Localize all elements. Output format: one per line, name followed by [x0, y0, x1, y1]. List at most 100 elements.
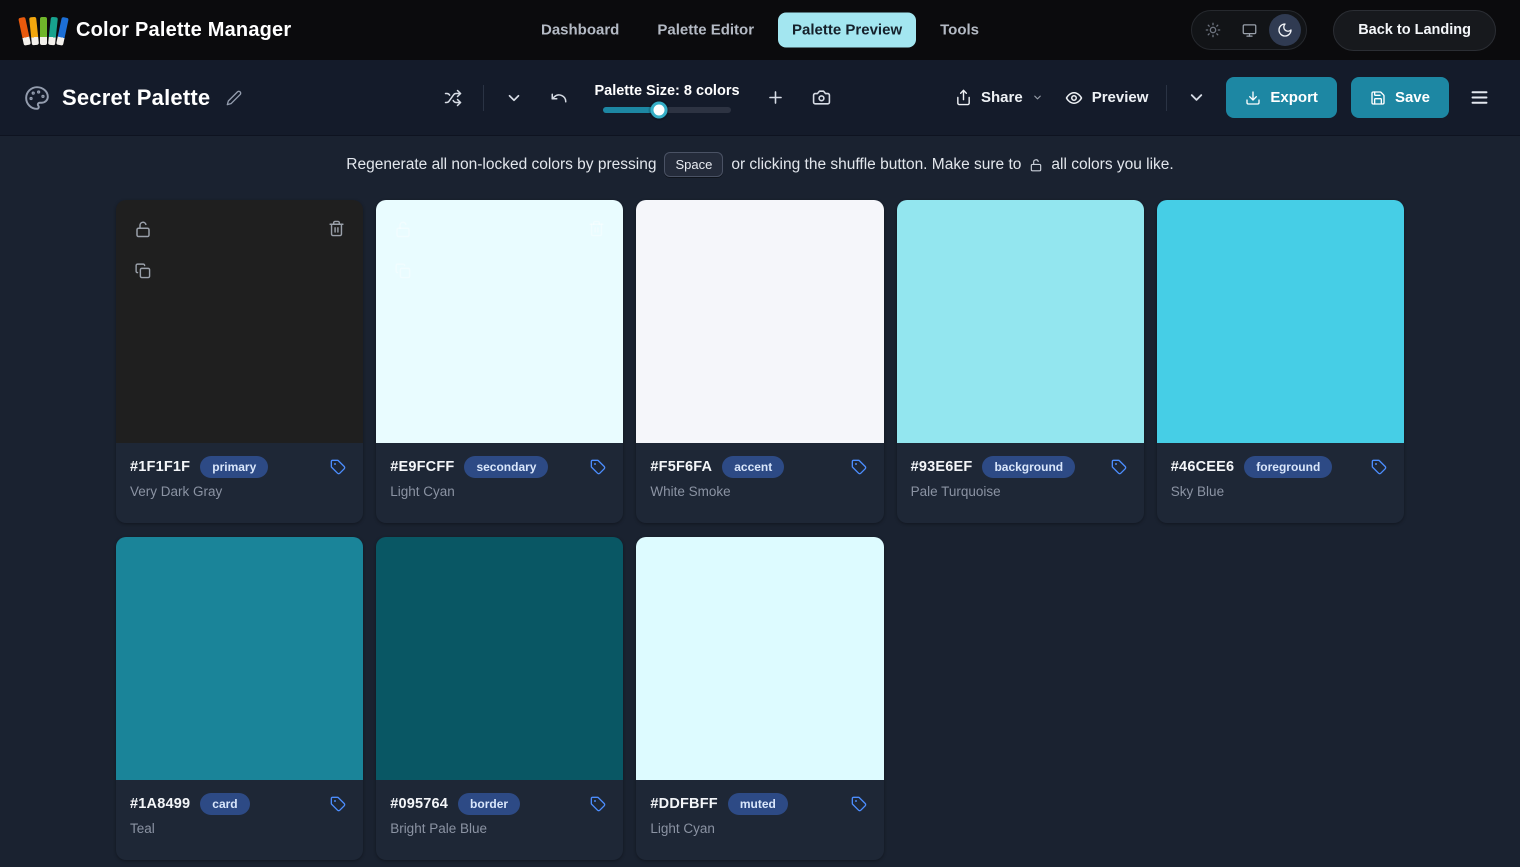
- theme-light-button[interactable]: [1197, 14, 1229, 46]
- tag-icon: [330, 459, 346, 475]
- role-badge: background: [982, 456, 1075, 478]
- app-logo: Color Palette Manager: [24, 13, 291, 47]
- color-name: Pale Turquoise: [911, 484, 1130, 499]
- color-card: #93E6EF background Pale Turquoise: [897, 200, 1144, 523]
- preview-button[interactable]: Preview: [1061, 83, 1153, 113]
- delete-color-button[interactable]: [324, 216, 349, 241]
- menu-button[interactable]: [1463, 81, 1496, 114]
- nav-tools[interactable]: Tools: [926, 13, 993, 48]
- delete-color-button[interactable]: [584, 216, 609, 241]
- screenshot-button[interactable]: [806, 82, 837, 113]
- tag-icon: [1111, 459, 1127, 475]
- share-icon: [955, 89, 972, 106]
- color-swatch[interactable]: [1157, 200, 1404, 443]
- lock-color-button[interactable]: [390, 216, 416, 242]
- save-button[interactable]: Save: [1351, 77, 1449, 118]
- theme-dark-button[interactable]: [1269, 14, 1301, 46]
- card-footer: #93E6EF background Pale Turquoise: [897, 443, 1144, 523]
- trash-icon: [588, 220, 605, 237]
- shuffle-icon: [444, 89, 462, 107]
- card-footer: #46CEE6 foreground Sky Blue: [1157, 443, 1404, 523]
- app-title: Color Palette Manager: [76, 19, 291, 42]
- logo-icon: [24, 13, 64, 47]
- tag-icon: [590, 459, 606, 475]
- edit-palette-name-button[interactable]: [222, 86, 246, 110]
- card-footer: #1F1F1F primary Very Dark Gray: [116, 443, 363, 523]
- trash-icon: [328, 220, 345, 237]
- card-footer: #095764 border Bright Pale Blue: [376, 780, 623, 860]
- toolbar-center: Palette Size: 8 colors: [438, 82, 837, 113]
- color-card: #F5F6FA accent White Smoke: [636, 200, 883, 523]
- color-card: #1A8499 card Teal: [116, 537, 363, 860]
- palette-icon: [24, 85, 50, 111]
- more-actions-button[interactable]: [1181, 82, 1212, 113]
- card-footer: #DDFBFF muted Light Cyan: [636, 780, 883, 860]
- tag-icon: [851, 796, 867, 812]
- nav-palette-editor[interactable]: Palette Editor: [643, 13, 768, 48]
- copy-color-button[interactable]: [130, 258, 155, 283]
- tag-color-button[interactable]: [327, 456, 349, 478]
- expand-options-button[interactable]: [499, 83, 529, 113]
- plus-icon: [766, 88, 785, 107]
- card-footer: #1A8499 card Teal: [116, 780, 363, 860]
- nav-palette-preview[interactable]: Palette Preview: [778, 13, 916, 48]
- color-hex: #095764: [390, 796, 448, 812]
- instruction-text: Regenerate all non-locked colors by pres…: [0, 136, 1520, 177]
- undo-button[interactable]: [544, 83, 574, 113]
- monitor-icon: [1242, 23, 1257, 38]
- role-badge: foreground: [1244, 456, 1332, 478]
- chevron-down-icon: [1187, 88, 1206, 107]
- color-swatch[interactable]: [116, 200, 363, 443]
- instruction-part-1: Regenerate all non-locked colors by pres…: [346, 156, 656, 174]
- back-to-landing-button[interactable]: Back to Landing: [1333, 10, 1496, 51]
- color-hex: #E9FCFF: [390, 459, 454, 475]
- role-badge: secondary: [464, 456, 548, 478]
- tag-color-button[interactable]: [848, 456, 870, 478]
- tag-color-button[interactable]: [1108, 456, 1130, 478]
- camera-icon: [812, 88, 831, 107]
- color-swatch[interactable]: [376, 200, 623, 443]
- toolbar-divider: [1166, 85, 1167, 111]
- tag-color-button[interactable]: [1368, 456, 1390, 478]
- export-label: Export: [1270, 89, 1318, 106]
- slider-thumb[interactable]: [651, 101, 668, 118]
- share-button[interactable]: Share: [951, 83, 1047, 112]
- palette-size-control: Palette Size: 8 colors: [601, 83, 733, 113]
- nav-dashboard[interactable]: Dashboard: [527, 13, 633, 48]
- palette-title-group: Secret Palette: [24, 85, 324, 111]
- color-swatch[interactable]: [116, 537, 363, 780]
- shuffle-button[interactable]: [438, 83, 468, 113]
- color-swatch[interactable]: [636, 537, 883, 780]
- tag-icon: [590, 796, 606, 812]
- instruction-part-3: all colors you like.: [1051, 156, 1173, 174]
- palette-size-slider[interactable]: [603, 107, 731, 113]
- undo-icon: [550, 89, 568, 107]
- theme-system-button[interactable]: [1233, 14, 1265, 46]
- role-badge: accent: [722, 456, 784, 478]
- color-swatch[interactable]: [897, 200, 1144, 443]
- palette-size-label: Palette Size: 8 colors: [594, 83, 739, 99]
- color-name: Bright Pale Blue: [390, 821, 609, 836]
- tag-color-button[interactable]: [587, 793, 609, 815]
- lock-color-button[interactable]: [130, 216, 156, 242]
- color-swatch[interactable]: [376, 537, 623, 780]
- header-right: Back to Landing: [1191, 10, 1496, 51]
- color-hex: #F5F6FA: [650, 459, 712, 475]
- card-footer: #E9FCFF secondary Light Cyan: [376, 443, 623, 523]
- color-card: #095764 border Bright Pale Blue: [376, 537, 623, 860]
- palette-name: Secret Palette: [62, 85, 210, 111]
- tag-color-button[interactable]: [327, 793, 349, 815]
- copy-color-button[interactable]: [390, 258, 415, 283]
- instruction-part-2: or clicking the shuffle button. Make sur…: [731, 156, 1021, 174]
- toolbar-divider: [483, 85, 484, 111]
- color-swatch[interactable]: [636, 200, 883, 443]
- export-button[interactable]: Export: [1226, 77, 1337, 118]
- tag-color-button[interactable]: [848, 793, 870, 815]
- add-color-button[interactable]: [760, 82, 791, 113]
- tag-color-button[interactable]: [587, 456, 609, 478]
- chevron-down-icon: [505, 89, 523, 107]
- pencil-icon: [226, 90, 242, 106]
- color-hex: #1F1F1F: [130, 459, 190, 475]
- color-hex: #46CEE6: [1171, 459, 1234, 475]
- unlock-icon: [394, 220, 412, 238]
